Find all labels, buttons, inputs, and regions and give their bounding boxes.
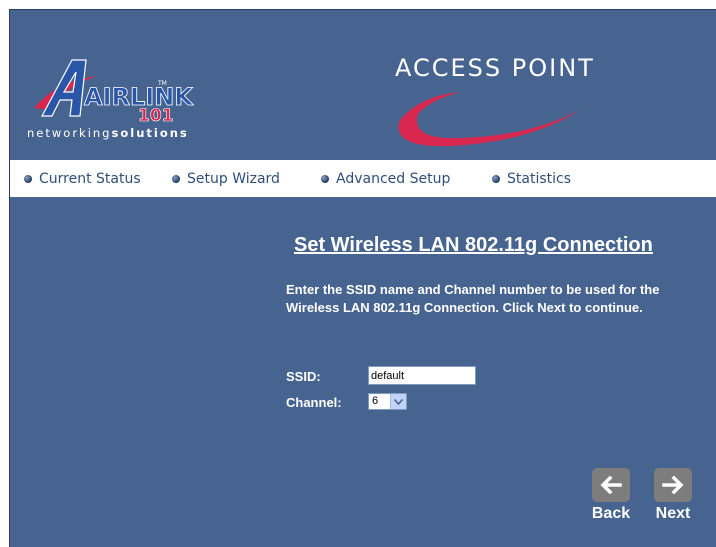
nav-bar: Current Status Setup Wizard Advanced Set… [10, 160, 716, 197]
ssid-label: SSID: [286, 369, 321, 384]
product-title: ACCESS POINT [395, 54, 595, 82]
nav-statistics-label: Statistics [507, 170, 571, 187]
nav-current-status[interactable]: Current Status [24, 160, 141, 197]
channel-label: Channel: [286, 395, 342, 410]
bullet-icon [321, 174, 329, 183]
channel-value: 6 [372, 395, 379, 407]
ssid-input[interactable] [368, 366, 476, 385]
header: AIRLINK TM 101 networkingsolutions ACCES… [10, 10, 716, 160]
logo-graphic: AIRLINK TM 101 [34, 59, 195, 126]
access-point-swoosh [398, 92, 580, 147]
arrow-right-icon [654, 468, 692, 502]
nav-setup-wizard-label: Setup Wizard [187, 170, 280, 187]
page-frame: AIRLINK TM 101 networkingsolutions ACCES… [9, 9, 716, 547]
channel-select[interactable]: 6 [368, 393, 407, 410]
nav-advanced-setup-label: Advanced Setup [336, 170, 451, 187]
tagline: networkingsolutions [27, 126, 189, 140]
tagline-prefix: networking [27, 126, 112, 140]
nav-setup-wizard[interactable]: Setup Wizard [172, 160, 280, 197]
nav-statistics[interactable]: Statistics [492, 160, 571, 197]
page-title: Set Wireless LAN 802.11g Connection [294, 234, 653, 256]
bullet-icon [492, 174, 500, 183]
nav-advanced-setup[interactable]: Advanced Setup [321, 160, 450, 197]
back-label: Back [591, 505, 631, 522]
logo-trademark: TM [157, 80, 167, 87]
nav-current-status-label: Current Status [39, 170, 141, 187]
instructions-text: Enter the SSID name and Channel number t… [286, 282, 660, 315]
tagline-bold: solutions [111, 126, 189, 140]
next-button[interactable]: Next [650, 468, 696, 528]
chevron-down-icon [390, 394, 406, 409]
back-button[interactable]: Back [588, 468, 634, 528]
bullet-icon [172, 174, 180, 183]
arrow-left-icon [592, 468, 630, 502]
logo-number: 101 [138, 106, 174, 126]
bullet-icon [24, 174, 32, 183]
next-label: Next [655, 505, 691, 522]
